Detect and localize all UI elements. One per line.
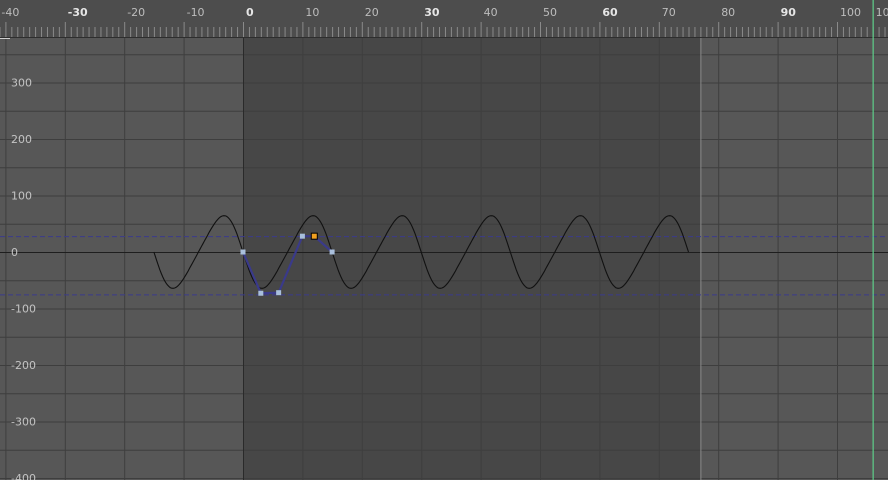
value-label: 0	[11, 246, 18, 259]
graph-canvas[interactable]: 3002001000-100-200-300-400 -40 -30 -20 -10 0…	[0, 0, 888, 480]
keyframe[interactable]	[258, 290, 264, 296]
ruler-frame-label: 50	[543, 6, 557, 19]
value-label: 100	[11, 190, 32, 203]
playhead-frame-label: 10	[876, 6, 888, 19]
ruler-frame-label: 70	[662, 6, 676, 19]
ruler-frame-label: -20	[127, 6, 145, 19]
ruler-frame-label: -40	[1, 6, 19, 19]
value-label: -300	[11, 416, 36, 429]
ruler-frame-label: -10	[187, 6, 205, 19]
value-label: -100	[11, 303, 36, 316]
keyframe[interactable]	[240, 249, 246, 255]
ruler-frame-label: 40	[484, 6, 498, 19]
ruler-frame-label: -30	[68, 6, 88, 19]
value-label: 200	[11, 133, 32, 146]
value-label: -400	[11, 472, 36, 480]
keyframe[interactable]	[299, 233, 305, 239]
time-ruler[interactable]: -40 -30 -20 -10 0 10 20 30 40 50 60 70 80 90 100 10	[0, 0, 888, 38]
ruler-frame-label: 30	[424, 6, 440, 19]
ruler-frame-label: 20	[365, 6, 379, 19]
ruler-frame-label: 90	[781, 6, 797, 19]
value-label: 300	[11, 77, 32, 90]
value-label: -200	[11, 359, 36, 372]
selected-keyframe[interactable]	[310, 232, 318, 240]
ruler-frame-label: 10	[305, 6, 319, 19]
keyframe[interactable]	[276, 290, 282, 296]
ruler-frame-label: 0	[246, 6, 254, 19]
ruler-frame-label: 60	[602, 6, 618, 19]
ruler-frame-label: 80	[721, 6, 735, 19]
graph-editor[interactable]: 300 200 100 0 -100 -200 -300 -400 -40 -30 -20 -10 0…	[0, 0, 888, 480]
ruler-frame-label: 100	[840, 6, 861, 19]
keyframe[interactable]	[329, 249, 335, 255]
